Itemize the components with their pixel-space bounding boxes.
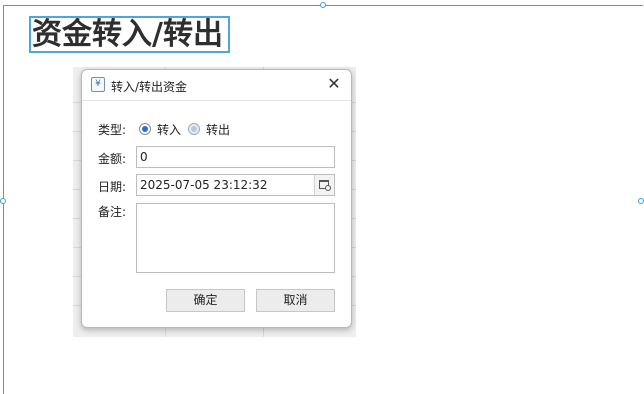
date-label: 日期:	[98, 180, 127, 194]
note-label: 备注:	[98, 205, 127, 219]
page-canvas: 资金转入/转出 ¥ 转入/转出资金 ✕ 类型: 转入 转出 金额: 0 日期:	[0, 0, 644, 394]
radio-transfer-out-label[interactable]: 转出	[206, 121, 230, 138]
date-value[interactable]: 2025-07-05 23:12:32	[140, 178, 267, 192]
date-field[interactable]: 2025-07-05 23:12:32	[136, 174, 335, 196]
cancel-button[interactable]: 取消	[256, 289, 335, 312]
resize-handle-top[interactable]	[320, 2, 326, 8]
amount-label: 金额:	[98, 152, 127, 166]
date-picker-button[interactable]	[314, 175, 334, 195]
resize-handle-right[interactable]	[638, 198, 644, 204]
dialog-titlebar[interactable]: ¥ 转入/转出资金 ✕	[82, 70, 351, 101]
type-label: 类型:	[98, 123, 127, 137]
amount-field[interactable]: 0	[136, 146, 335, 168]
radio-transfer-out[interactable]	[188, 123, 200, 135]
close-icon[interactable]: ✕	[325, 75, 343, 93]
dialog-title: 转入/转出资金	[111, 80, 188, 94]
resize-handle-left[interactable]	[0, 198, 6, 204]
page-title[interactable]: 资金转入/转出	[29, 16, 230, 53]
calendar-icon	[319, 180, 331, 191]
confirm-button[interactable]: 确定	[166, 289, 245, 312]
transfer-dialog: ¥ 转入/转出资金 ✕ 类型: 转入 转出 金额: 0 日期: 2025-07-…	[81, 69, 352, 328]
radio-transfer-in[interactable]	[139, 123, 151, 135]
note-textarea[interactable]	[136, 203, 335, 273]
yen-icon: ¥	[91, 77, 105, 92]
radio-transfer-in-label[interactable]: 转入	[157, 121, 181, 138]
